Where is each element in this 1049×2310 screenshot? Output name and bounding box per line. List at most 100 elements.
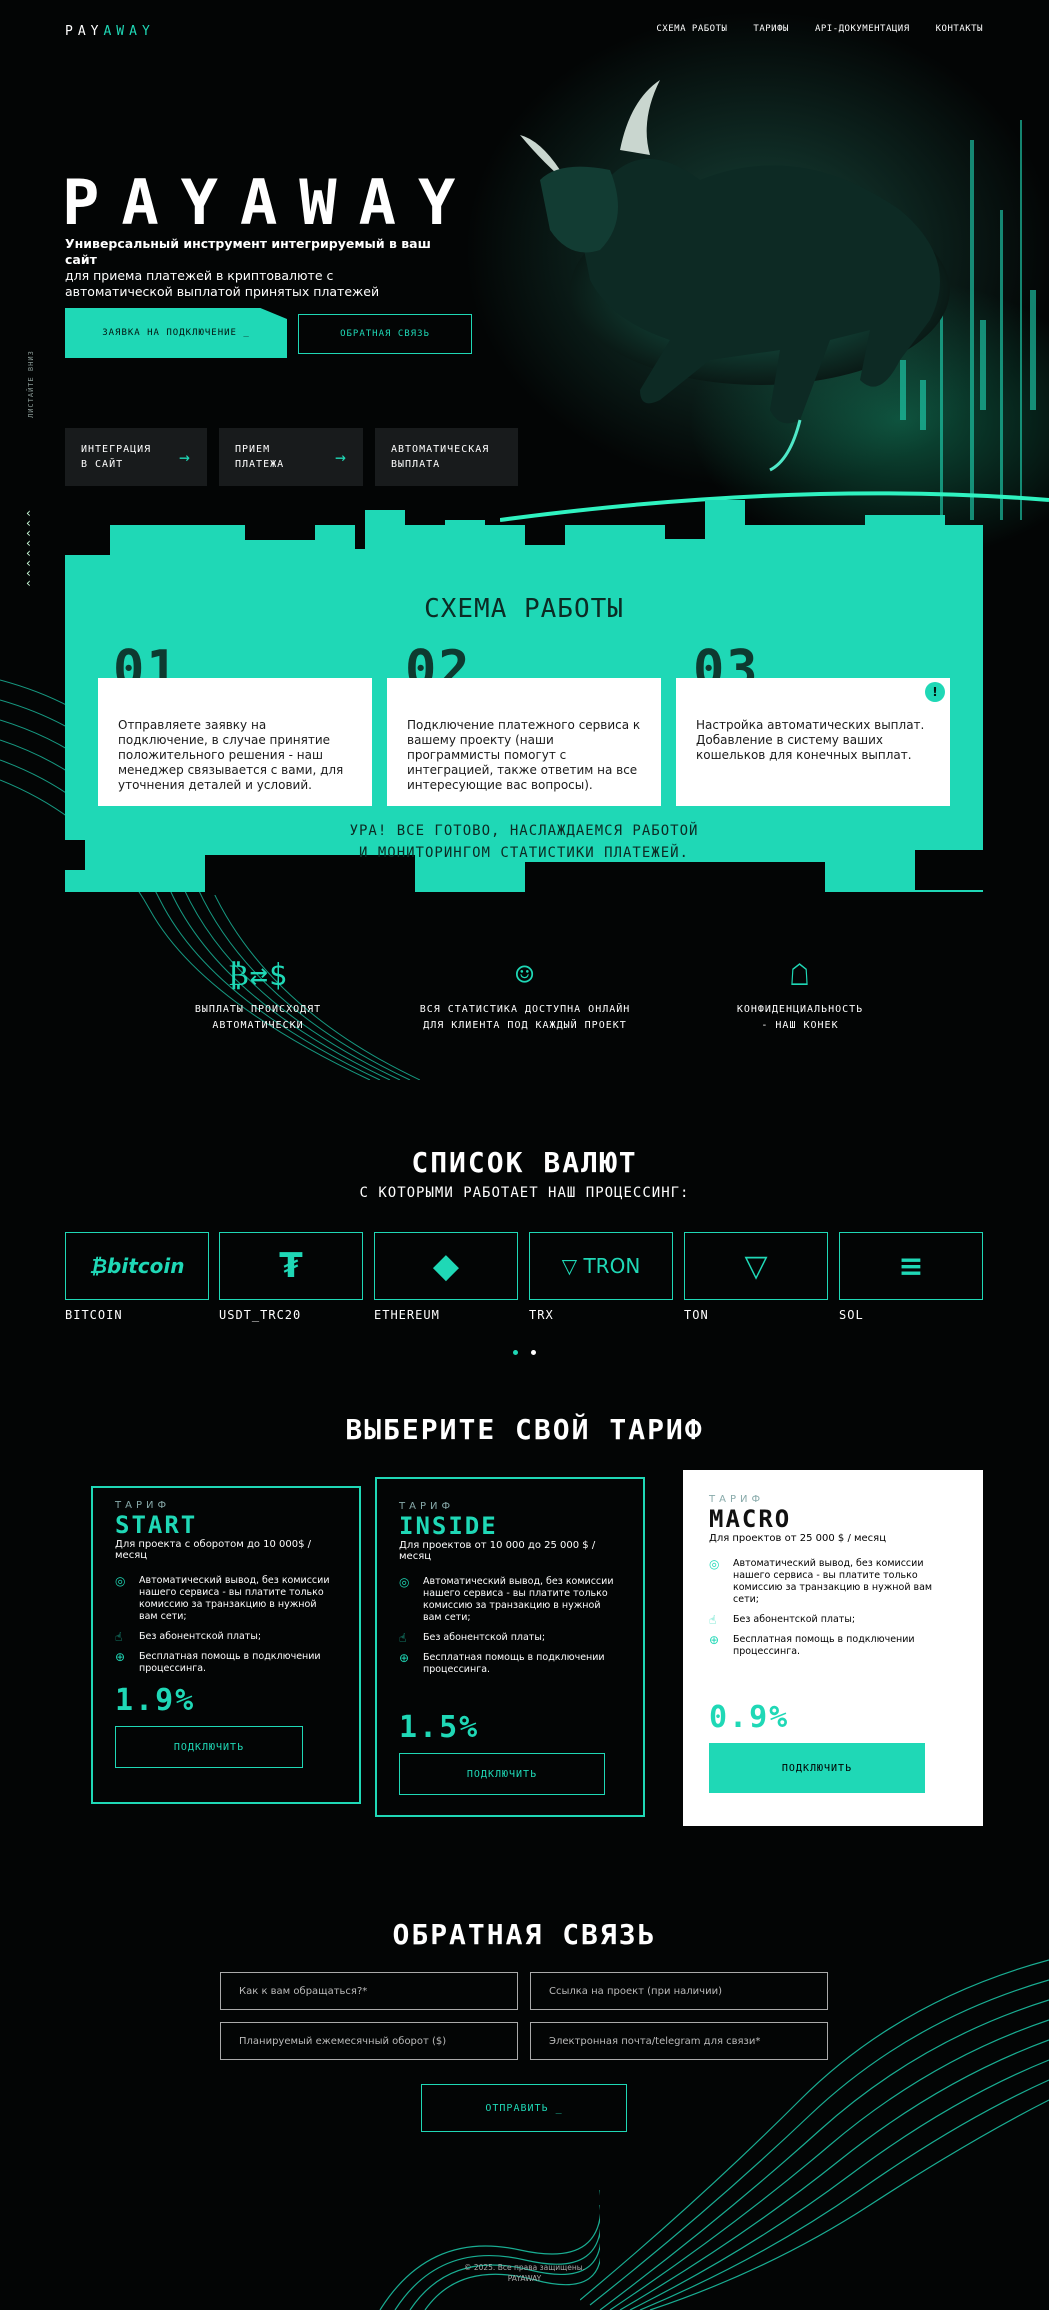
feature-line: ИНТЕГРАЦИЯ xyxy=(81,444,152,455)
tariff-feature: ☝ Без абонентской платы; xyxy=(709,1614,957,1626)
tariff-feature: ⊕ Бесплатная помощь в подключении процесс… xyxy=(115,1651,337,1675)
footer-brand: PAYAWAY xyxy=(507,2274,542,2283)
send-button[interactable]: ОТПРАВИТЬ _ xyxy=(421,2084,627,2132)
arrow-right-icon: → xyxy=(335,446,347,468)
tariff-feature: ◎ Автоматический вывод, без комиссии наше… xyxy=(115,1575,337,1623)
tariff-feature: ◎ Автоматический вывод, без комиссии наше… xyxy=(709,1558,957,1606)
turnover-input[interactable]: Планируемый ежемесячный оборот ($) xyxy=(220,2022,518,2060)
coin-icon: ◎ xyxy=(399,1575,410,1589)
currency-label: USDT_TRC20 xyxy=(219,1308,302,1322)
feature-line: В САЙТ xyxy=(81,459,124,470)
name-input[interactable]: Как к вам обращаться?* xyxy=(220,1972,518,2010)
tariff-name: INSIDE xyxy=(399,1512,498,1540)
hero-title: PAYAWAY xyxy=(62,166,478,239)
feature-line: ВЫПЛАТА xyxy=(391,459,441,470)
footer-copyright: © 2025. Все права защищены. xyxy=(463,2263,586,2272)
tariff-label: ТАРИФ xyxy=(115,1500,171,1511)
nav-item-api-docs[interactable]: API-ДОКУМЕНТАЦИЯ xyxy=(815,24,910,34)
footer: © 2025. Все права защищены. PAYAWAY xyxy=(0,2262,1049,2284)
tariffs-title: ВЫБЕРИТЕ СВОЙ ТАРИФ xyxy=(345,1413,704,1446)
step-card-3: Настройка автоматических выплат. Добавле… xyxy=(676,678,950,806)
hand-icon: ☝ xyxy=(709,1613,717,1627)
tariff-feature: ◎ Автоматический вывод, без комиссии наше… xyxy=(399,1576,621,1624)
solana-logo[interactable]: ≡ xyxy=(839,1232,983,1300)
tariff-feature-text: Автоматический вывод, без комиссии нашег… xyxy=(423,1576,614,1623)
hero-subtitle-bold: Универсальный инструмент интегрируемый в… xyxy=(65,236,431,267)
tariff-feature-text: Бесплатная помощь в подключении процесси… xyxy=(423,1652,605,1675)
connect-button-start[interactable]: ПОДКЛЮЧИТЬ xyxy=(115,1726,303,1768)
coin-icon: ◎ xyxy=(709,1557,720,1571)
tariff-feature-text: Без абонентской платы; xyxy=(423,1632,546,1643)
advantage-statistics: ☺ ВСЯ СТАТИСТИКА ДОСТУПНА ОНЛАЙН ДЛЯ КЛИЕ… xyxy=(395,958,655,1034)
nav-item-contacts[interactable]: КОНТАКТЫ xyxy=(936,24,983,34)
tariff-card-start: ТАРИФ START Для проекта с оборотом до 10… xyxy=(91,1486,361,1804)
advantage-line: КОНФИДЕНЦИАЛЬНОСТЬ xyxy=(736,1004,864,1015)
main-nav: СХЕМА РАБОТЫ ТАРИФЫ API-ДОКУМЕНТАЦИЯ КОН… xyxy=(656,24,983,34)
tariff-feature: ⊕ Бесплатная помощь в подключении процесс… xyxy=(709,1634,957,1658)
hand-icon: ☝ xyxy=(399,1631,407,1645)
carousel-dot[interactable] xyxy=(531,1350,536,1355)
feature-line: АВТОМАТИЧЕСКАЯ xyxy=(391,444,490,455)
step-text: Подключение платежного сервиса к вашему … xyxy=(407,718,641,792)
mask-icon: ☖ xyxy=(790,958,810,993)
tariff-name: START xyxy=(115,1511,198,1539)
feature-line: ПРИЕМ xyxy=(235,444,271,455)
currency-label: TON xyxy=(684,1308,709,1322)
tariff-price: 0.9% xyxy=(709,1700,790,1735)
feature-auto-payout[interactable]: АВТОМАТИЧЕСКАЯ ВЫПЛАТА xyxy=(375,428,518,486)
step-text: Настройка автоматических выплат. Добавле… xyxy=(696,718,925,762)
nav-item-tariffs[interactable]: ТАРИФЫ xyxy=(753,24,789,34)
advantage-line: ДЛЯ КЛИЕНТА ПОД КАЖДЫЙ ПРОЕКТ xyxy=(423,1020,627,1031)
project-link-input[interactable]: Ссылка на проект (при наличии) xyxy=(530,1972,828,2010)
tariff-feature-text: Бесплатная помощь в подключении процесси… xyxy=(139,1651,321,1674)
connect-button-inside[interactable]: ПОДКЛЮЧИТЬ xyxy=(399,1753,605,1795)
currencies-subtitle: С КОТОРЫМИ РАБОТАЕТ НАШ ПРОЦЕССИНГ: xyxy=(359,1185,690,1201)
scroll-chevrons-icon[interactable]: ‹ ‹ ‹ ‹ ‹ ‹ ‹ ‹ xyxy=(26,507,31,589)
currency-label: TRX xyxy=(529,1308,554,1322)
ethereum-logo[interactable]: ◆ xyxy=(374,1232,518,1300)
contact-input[interactable]: Электронная почта/telegram для связи* xyxy=(530,2022,828,2060)
carousel-dot-active[interactable] xyxy=(513,1350,518,1355)
bitcoin-logo[interactable]: ₿bitcoin xyxy=(65,1232,209,1300)
tariff-feature-text: Автоматический вывод, без комиссии нашег… xyxy=(733,1558,933,1605)
tether-logo[interactable]: ₮ xyxy=(219,1232,363,1300)
scheme-footer-line: УРА! ВСЕ ГОТОВО, НАСЛАЖДАЕМСЯ РАБОТОЙ xyxy=(349,823,699,839)
advantage-privacy: ☖ КОНФИДЕНЦИАЛЬНОСТЬ - НАШ КОНЕК xyxy=(670,958,930,1034)
tariff-feature: ☝ Без абонентской платы; xyxy=(115,1631,337,1643)
tariff-label: ТАРИФ xyxy=(709,1494,765,1505)
connect-button-macro[interactable]: ПОДКЛЮЧИТЬ xyxy=(709,1743,925,1793)
ton-logo[interactable]: ▽ xyxy=(684,1232,828,1300)
tariff-price: 1.9% xyxy=(115,1683,196,1718)
feedback-button[interactable]: ОБРАТНАЯ СВЯЗЬ xyxy=(298,314,472,354)
tariff-card-inside: ТАРИФ INSIDE Для проектов от 10 000 до 2… xyxy=(375,1477,645,1817)
request-connection-button[interactable]: ЗАЯВКА НА ПОДКЛЮЧЕНИЕ _ xyxy=(65,308,287,358)
feature-payment[interactable]: ПРИЕМ ПЛАТЕЖА → xyxy=(219,428,363,486)
bull-illustration xyxy=(500,80,1049,522)
info-icon[interactable]: ! xyxy=(925,682,945,702)
support-icon: ⊕ xyxy=(115,1650,126,1664)
tariff-feature-text: Автоматический вывод, без комиссии нашег… xyxy=(139,1575,330,1622)
step-card-2: Подключение платежного сервиса к вашему … xyxy=(387,678,661,806)
feedback-title: ОБРАТНАЯ СВЯЗЬ xyxy=(392,1918,657,1951)
hero-subtitle: Универсальный инструмент интегрируемый в… xyxy=(65,236,445,300)
step-text: Отправляете заявку на подключение, в слу… xyxy=(118,718,344,792)
robot-icon: ☺ xyxy=(515,958,535,993)
hero-subtitle-rest: для приема платежей в криптовалюте с авт… xyxy=(65,268,380,299)
advantage-line: ВЫПЛАТЫ ПРОИСХОДЯТ xyxy=(194,1004,322,1015)
tariff-feature-text: Без абонентской платы; xyxy=(139,1631,262,1642)
wave-decoration-bottom xyxy=(379,2190,600,2310)
tariff-desc: Для проекта с оборотом до 10 000$ / меся… xyxy=(115,1539,312,1561)
support-icon: ⊕ xyxy=(399,1651,410,1665)
step-card-1: Отправляете заявку на подключение, в слу… xyxy=(98,678,372,806)
scheme-footer: УРА! ВСЕ ГОТОВО, НАСЛАЖДАЕМСЯ РАБОТОЙ И М… xyxy=(65,820,983,864)
support-icon: ⊕ xyxy=(709,1633,720,1647)
currency-label: ETHEREUM xyxy=(374,1308,440,1322)
logo[interactable]: PAYAWAY xyxy=(65,24,155,39)
nav-item-scheme[interactable]: СХЕМА РАБОТЫ xyxy=(656,24,727,34)
tron-logo[interactable]: ▽ TRON xyxy=(529,1232,673,1300)
feature-integration[interactable]: ИНТЕГРАЦИЯ В САЙТ → xyxy=(65,428,207,486)
feature-line: ПЛАТЕЖА xyxy=(235,459,285,470)
advantage-line: АВТОМАТИЧЕСКИ xyxy=(212,1020,304,1031)
tariff-desc: Для проектов от 10 000 до 25 000 $ / мес… xyxy=(399,1540,596,1562)
tariff-price: 1.5% xyxy=(399,1710,480,1745)
